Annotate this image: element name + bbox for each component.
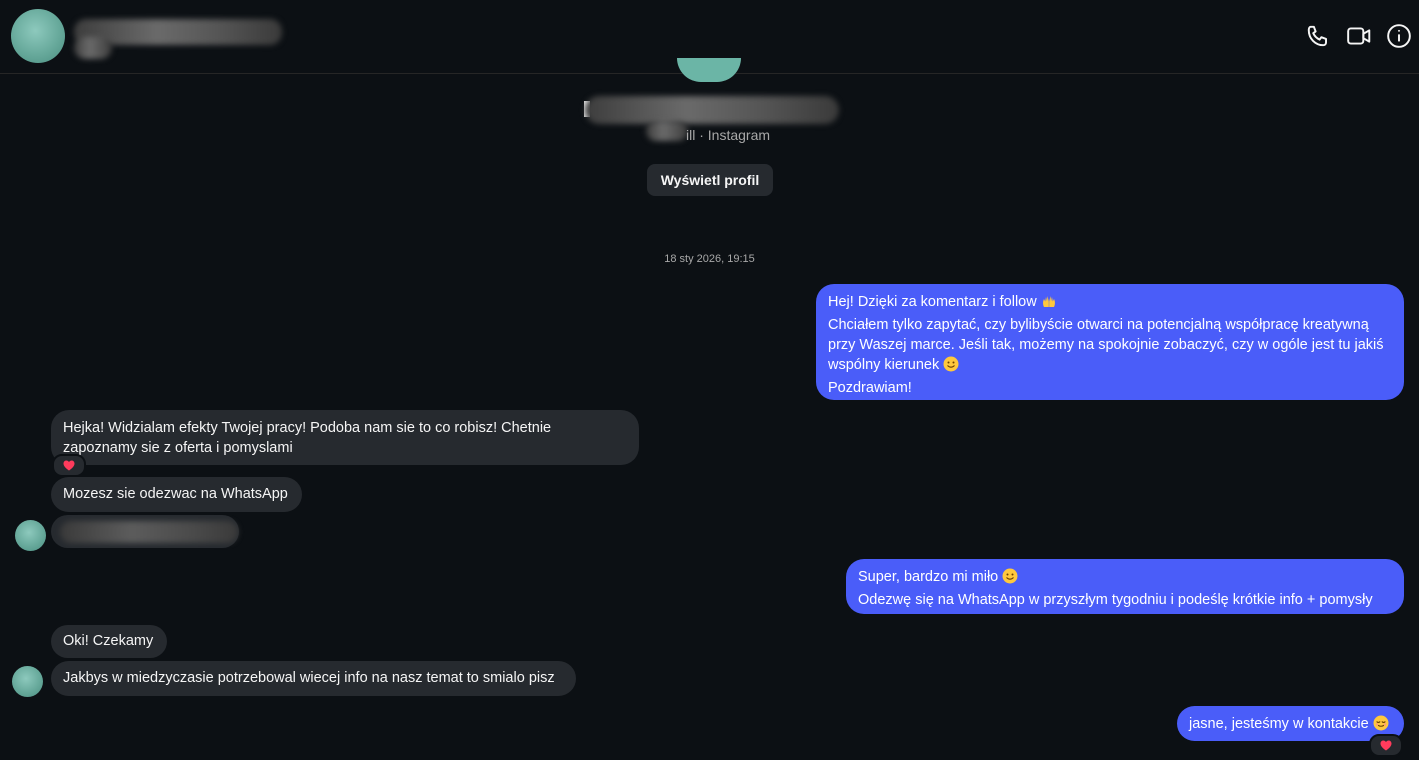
message-text: zapoznamy sie z oferta i pomyslami: [63, 440, 293, 456]
contact-status-redacted: [74, 37, 112, 59]
message-text: przy Waszej marce. Jeśli tak, możemy na …: [828, 337, 1384, 353]
message-text: wspólny kierunek: [828, 357, 940, 373]
message-text: Jakbys w miedzyczasie potrzebowal wiecej…: [63, 670, 555, 686]
message-incoming[interactable]: Oki! Czekamy: [51, 625, 167, 658]
heart-icon: [1380, 740, 1392, 751]
slightly-smiling-emoji: [943, 356, 959, 378]
message-incoming[interactable]: Mozesz sie odezwac na WhatsApp: [51, 477, 302, 512]
message-text: Super, bardzo mi miło: [858, 569, 999, 585]
message-text: Hej! Dzięki za komentarz i follow: [828, 294, 1037, 310]
message-text: jasne, jesteśmy w kontakcie: [1189, 716, 1369, 732]
message-incoming[interactable]: Hejka! Widzialam efekty Twojej pracy! Po…: [51, 410, 639, 465]
contact-avatar[interactable]: [11, 9, 65, 63]
message-outgoing[interactable]: Hej! Dzięki za komentarz i follow Chciał…: [816, 284, 1404, 400]
phone-icon[interactable]: [1305, 23, 1331, 49]
heart-icon: [63, 460, 75, 471]
message-text: Oki! Czekamy: [63, 633, 154, 649]
view-profile-button[interactable]: Wyświetl profil: [647, 164, 773, 196]
heart-reaction[interactable]: [1369, 734, 1403, 757]
slightly-smiling-emoji: [1002, 568, 1018, 590]
conversation-timestamp: 18 sty 2026, 19:15: [664, 253, 755, 265]
message-text: Mozesz sie odezwac na WhatsApp: [63, 486, 288, 502]
sender-avatar[interactable]: [12, 666, 43, 697]
heart-reaction[interactable]: [52, 454, 86, 477]
message-text: Chciałem tylko zapytać, czy bylibyście o…: [828, 317, 1369, 333]
video-camera-icon[interactable]: [1346, 23, 1372, 49]
profile-avatar: [677, 58, 741, 82]
message-incoming[interactable]: Jakbys w miedzyczasie potrzebowal wiecej…: [51, 661, 576, 696]
message-outgoing[interactable]: jasne, jesteśmy w kontakcie: [1177, 706, 1404, 741]
sender-avatar[interactable]: [15, 520, 46, 551]
profile-name-redacted: [585, 96, 839, 124]
redacted-content: [60, 521, 238, 543]
raised-hands-emoji: [1041, 293, 1057, 315]
chat-window: ill · Instagram Wyświetl profil 18 sty 2…: [0, 0, 1419, 760]
message-text: Hejka! Widzialam efekty Twojej pracy! Po…: [63, 420, 552, 436]
message-outgoing[interactable]: Super, bardzo mi miło Odezwę się na What…: [846, 559, 1404, 614]
message-text: Odezwę się na WhatsApp w przyszłym tygod…: [858, 592, 1373, 608]
message-text: Pozdrawiam!: [828, 380, 912, 396]
profile-meta: ill · Instagram: [686, 127, 771, 143]
profile-handle-redacted: [646, 121, 688, 141]
info-icon[interactable]: [1386, 23, 1412, 49]
